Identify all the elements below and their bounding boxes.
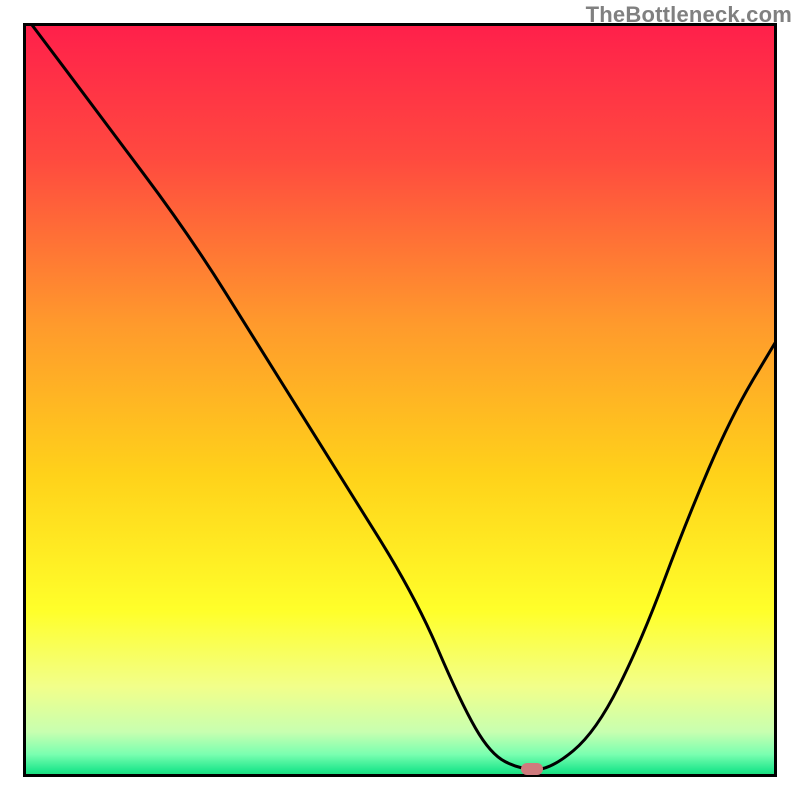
watermark-text: TheBottleneck.com: [586, 2, 792, 28]
chart-container: TheBottleneck.com: [0, 0, 800, 800]
optimal-marker: [521, 763, 543, 775]
bottleneck-curve: [23, 23, 777, 777]
plot-area: [23, 23, 777, 777]
